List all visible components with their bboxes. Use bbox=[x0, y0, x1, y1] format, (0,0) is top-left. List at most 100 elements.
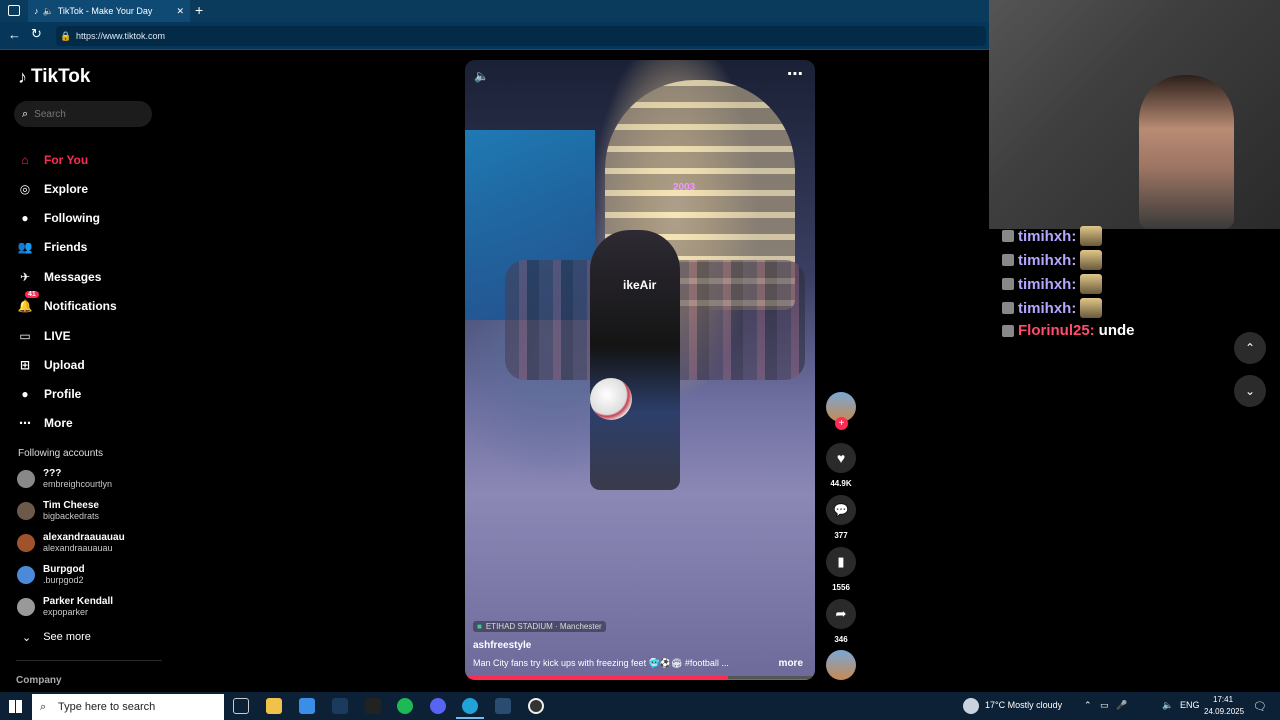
windows-start-icon[interactable] bbox=[9, 700, 22, 713]
next-video-button[interactable]: ⌄ bbox=[1234, 375, 1266, 407]
chat-badge-icon bbox=[1002, 302, 1014, 314]
bookmark-icon: ▮ bbox=[837, 554, 845, 569]
more-options-icon[interactable]: ⋯ bbox=[787, 64, 803, 84]
taskbar-search[interactable]: ⌕ Type here to search bbox=[32, 694, 224, 720]
chat-message: timihxh: bbox=[1002, 298, 1103, 318]
task-view-icon[interactable] bbox=[233, 698, 249, 714]
profile-avatar: ● bbox=[21, 387, 29, 401]
video-author[interactable]: ashfreestyle bbox=[473, 640, 531, 651]
account-name: Tim Cheese bbox=[43, 500, 99, 511]
url-text: https://www.tiktok.com bbox=[76, 31, 166, 41]
search-icon: ⌕ bbox=[22, 107, 29, 120]
discord-icon[interactable] bbox=[430, 698, 446, 714]
edge-icon[interactable] bbox=[462, 698, 478, 714]
nav-item-explore[interactable]: ◎ Explore bbox=[16, 178, 88, 200]
like-button[interactable]: ♥ bbox=[826, 443, 856, 473]
microphone-icon[interactable]: 🎤 bbox=[1116, 700, 1127, 711]
more-icon: ⋯ bbox=[19, 416, 31, 430]
chat-badge-icon bbox=[1002, 254, 1014, 266]
back-icon[interactable]: ← bbox=[8, 27, 21, 42]
nav-item-for-you[interactable]: ⌂ For You bbox=[16, 149, 88, 171]
search-icon: ⌕ bbox=[40, 700, 47, 713]
logo-text: TikTok bbox=[31, 66, 91, 87]
new-tab-button[interactable]: + bbox=[195, 2, 203, 18]
comment-button[interactable]: 💬 bbox=[826, 495, 856, 525]
tiktok-logo[interactable]: ♪ TikTok bbox=[18, 66, 90, 88]
nav-item-friends[interactable]: 👥 Friends bbox=[16, 236, 88, 258]
epic-games-icon[interactable] bbox=[365, 698, 381, 714]
like-count: 44.9K bbox=[830, 479, 852, 488]
location-tag[interactable]: ■ ETIHAD STADIUM · Manchester bbox=[473, 621, 606, 632]
nav-label: For You bbox=[44, 153, 89, 167]
previous-video-button[interactable]: ⌃ bbox=[1234, 332, 1266, 364]
nav-label: Upload bbox=[44, 358, 85, 372]
search-box[interactable]: ⌕ Search bbox=[14, 101, 152, 127]
home-icon: ⌂ bbox=[21, 153, 29, 167]
chevron-up-icon: ⌃ bbox=[1244, 341, 1256, 355]
chat-message: Florinul25: unde bbox=[1002, 322, 1135, 339]
divider bbox=[16, 660, 162, 661]
steam-running-icon[interactable] bbox=[495, 698, 511, 714]
player-figure bbox=[590, 230, 680, 490]
steam-icon[interactable] bbox=[332, 698, 348, 714]
notification-center-icon[interactable]: 🗨 bbox=[1253, 700, 1267, 713]
clock-time[interactable]: 17:41 bbox=[1213, 695, 1233, 704]
account-username: expoparker bbox=[43, 607, 89, 617]
network-icon[interactable]: ▭ bbox=[1100, 700, 1109, 711]
comment-count: 377 bbox=[834, 531, 848, 540]
following-account[interactable]: alexandraauauau alexandraauauau bbox=[17, 532, 125, 554]
company-link[interactable]: Company bbox=[16, 675, 62, 686]
browser-tab[interactable]: ♪ 🔈 TikTok - Make Your Day ✕ bbox=[28, 0, 190, 22]
following-account[interactable]: ??? embreighcourtlyn bbox=[17, 468, 112, 490]
emote-icon bbox=[1080, 298, 1103, 318]
avatar bbox=[17, 598, 35, 616]
see-more-button[interactable]: ⌄ See more bbox=[22, 631, 91, 644]
video-player[interactable]: 2003 ikeAir 🔈 ⋯ ■ ETIHAD STADIUM · Manch… bbox=[465, 60, 815, 680]
following-account[interactable]: Burpgod .burpgod2 bbox=[17, 564, 85, 586]
store-icon[interactable] bbox=[299, 698, 315, 714]
close-tab-icon[interactable]: ✕ bbox=[176, 6, 184, 17]
reload-icon[interactable]: ↻ bbox=[31, 26, 42, 42]
caption-more-button[interactable]: more bbox=[779, 658, 803, 669]
emote-icon bbox=[1080, 250, 1103, 270]
audio-playing-icon[interactable]: 🔈 bbox=[43, 6, 54, 17]
language-indicator[interactable]: ENG bbox=[1180, 700, 1200, 710]
volume-tray-icon[interactable]: 🔈 bbox=[1162, 700, 1173, 711]
nav-item-more[interactable]: ⋯ More bbox=[16, 412, 73, 434]
progress-bar[interactable] bbox=[465, 676, 815, 679]
nav-item-live[interactable]: ▭ LIVE bbox=[16, 325, 71, 347]
nav-label: LIVE bbox=[44, 329, 71, 343]
streamer-figure bbox=[1139, 75, 1234, 229]
upload-icon: ⊞ bbox=[19, 358, 31, 372]
nav-item-upload[interactable]: ⊞ Upload bbox=[16, 354, 85, 376]
follow-plus-icon[interactable]: + bbox=[835, 417, 848, 430]
url-field[interactable]: 🔒 https://www.tiktok.com bbox=[56, 26, 986, 46]
spotify-icon[interactable] bbox=[397, 698, 413, 714]
sidebar: ♪ TikTok ⌕ Search ⌂ For You ◎ Explore ● Follo… bbox=[0, 50, 165, 690]
clock-date[interactable]: 24.09.2025 bbox=[1204, 707, 1244, 716]
following-avatar: ● bbox=[21, 211, 29, 225]
chat-username: timihxh: bbox=[1018, 251, 1077, 269]
nav-item-notifications[interactable]: 🔔 Notifications 41 bbox=[16, 291, 117, 317]
weather-cloud-icon[interactable] bbox=[963, 698, 979, 714]
following-account[interactable]: Parker Kendall expoparker bbox=[17, 596, 113, 618]
tray-chevron-up-icon[interactable]: ⌃ bbox=[1084, 700, 1092, 711]
jersey-text: ikeAir bbox=[623, 278, 657, 292]
nav-item-following[interactable]: ● Following bbox=[16, 207, 100, 229]
comment-icon: 💬 bbox=[833, 503, 849, 517]
save-button[interactable]: ▮ bbox=[826, 547, 856, 577]
share-button[interactable]: ➦ bbox=[826, 599, 856, 629]
weather-text[interactable]: 17°C Mostly cloudy bbox=[985, 700, 1062, 710]
window-menu-icon[interactable] bbox=[8, 5, 20, 16]
emote-icon bbox=[1080, 274, 1103, 294]
following-accounts-title: Following accounts bbox=[18, 448, 104, 459]
avatar bbox=[17, 566, 35, 584]
progress-fill bbox=[465, 676, 728, 679]
obs-icon[interactable] bbox=[528, 698, 544, 714]
volume-icon[interactable]: 🔈 bbox=[474, 69, 489, 83]
music-disc-avatar[interactable] bbox=[826, 650, 856, 680]
file-explorer-icon[interactable] bbox=[266, 698, 282, 714]
nav-item-messages[interactable]: ✈ Messages bbox=[16, 266, 101, 288]
nav-item-profile[interactable]: ● Profile bbox=[16, 383, 81, 405]
following-account[interactable]: Tim Cheese bigbackedrats bbox=[17, 500, 99, 522]
